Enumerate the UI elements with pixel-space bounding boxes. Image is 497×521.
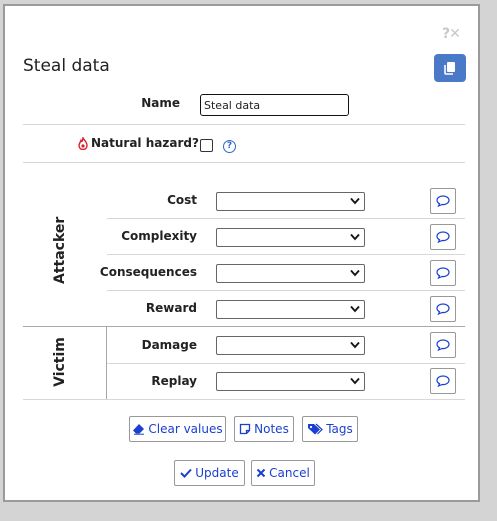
close-icon	[256, 468, 266, 478]
update-button[interactable]: Update	[174, 460, 245, 486]
attacker-row-label: Cost	[167, 193, 197, 207]
comment-icon	[436, 231, 450, 243]
chevron-down-icon	[350, 233, 360, 241]
complexity-select[interactable]	[216, 228, 365, 247]
check-icon	[180, 468, 192, 478]
comment-icon	[436, 375, 450, 387]
divider	[107, 363, 465, 364]
replay-select[interactable]	[216, 372, 365, 391]
divider	[23, 124, 465, 125]
chevron-down-icon	[350, 269, 360, 277]
reward-select[interactable]	[216, 300, 365, 319]
comment-icon	[436, 339, 450, 351]
help-close-icons[interactable]: ?✕	[442, 26, 461, 42]
damage-select[interactable]	[216, 336, 365, 355]
dialog-title: Steal data	[23, 56, 110, 76]
consequences-select[interactable]	[216, 264, 365, 283]
comment-icon	[436, 267, 450, 279]
help-icon[interactable]: ?	[223, 140, 236, 153]
replay-comment-button[interactable]	[430, 368, 456, 394]
natural-hazard-label: Natural hazard?	[91, 136, 199, 150]
chevron-down-icon	[350, 377, 360, 385]
cost-select[interactable]	[216, 192, 365, 211]
attacker-row-label: Consequences	[99, 265, 197, 279]
victim-row-label: Damage	[141, 338, 197, 352]
divider	[23, 162, 465, 163]
cost-comment-button[interactable]	[430, 188, 456, 214]
tags-button[interactable]: Tags	[302, 416, 358, 442]
chevron-down-icon	[350, 341, 360, 349]
update-label: Update	[195, 466, 239, 480]
group-divider	[23, 326, 465, 327]
tags-label: Tags	[326, 422, 353, 436]
complexity-comment-button[interactable]	[430, 224, 456, 250]
clear-values-button[interactable]: Clear values	[129, 416, 226, 442]
divider	[107, 290, 465, 291]
divider	[23, 399, 465, 400]
chevron-down-icon	[350, 305, 360, 313]
name-input[interactable]	[200, 94, 349, 116]
attacker-row-label: Reward	[145, 301, 197, 315]
copy-icon	[444, 62, 455, 75]
cancel-button[interactable]: Cancel	[251, 460, 315, 486]
tags-icon	[308, 423, 324, 435]
attacker-group-label: Attacker	[52, 216, 68, 284]
natural-hazard-checkbox[interactable]	[200, 139, 213, 152]
chevron-down-icon	[350, 197, 360, 205]
reward-comment-button[interactable]	[430, 296, 456, 322]
victim-group-label: Victim	[52, 337, 68, 387]
consequences-comment-button[interactable]	[430, 260, 456, 286]
notes-button[interactable]: Notes	[234, 416, 294, 442]
attacker-row-label: Complexity	[121, 229, 197, 243]
comment-icon	[436, 303, 450, 315]
name-label: Name	[141, 96, 180, 110]
dialog: ?✕ Steal data Name Natural hazard? ? Att…	[3, 4, 480, 502]
victim-row-label: Replay	[151, 374, 197, 388]
notes-label: Notes	[254, 422, 289, 436]
eraser-icon	[133, 424, 145, 435]
comment-icon	[436, 195, 450, 207]
divider	[107, 218, 465, 219]
note-icon	[240, 423, 251, 435]
divider	[107, 254, 465, 255]
damage-comment-button[interactable]	[430, 332, 456, 358]
copy-button[interactable]	[434, 54, 466, 82]
hazard-icon	[77, 135, 89, 153]
cancel-label: Cancel	[269, 466, 310, 480]
clear-values-label: Clear values	[148, 422, 223, 436]
